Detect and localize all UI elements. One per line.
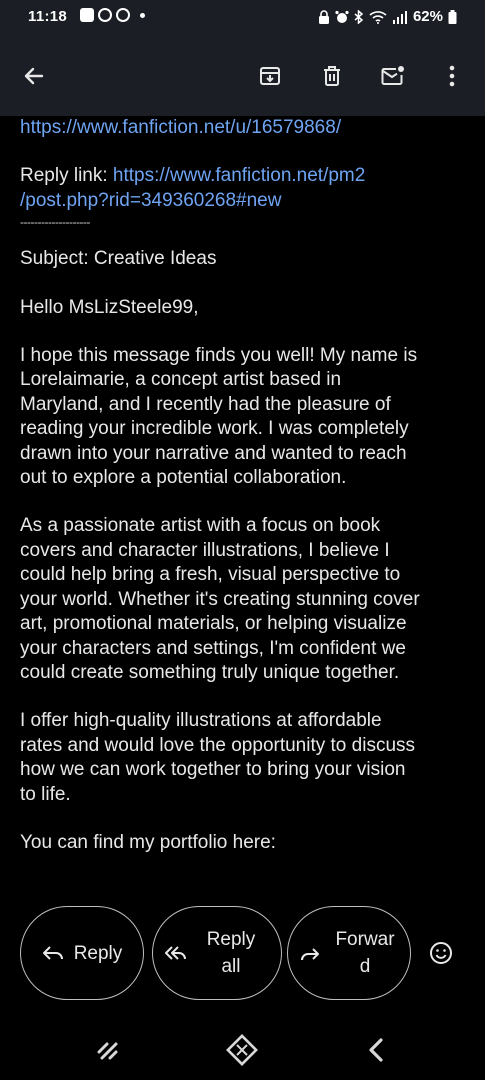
alarm-icon bbox=[335, 10, 349, 23]
reply-label: Reply bbox=[73, 942, 123, 964]
email-paragraph: As a passionate artist with a focus on b… bbox=[20, 515, 420, 683]
dot-icon bbox=[140, 12, 145, 18]
recent-apps-button[interactable] bbox=[88, 1032, 128, 1068]
whatsapp-icon bbox=[116, 8, 130, 22]
recent-apps-icon bbox=[97, 1042, 118, 1060]
reply-button[interactable]: Reply bbox=[20, 906, 144, 1000]
system-icons: 62% bbox=[318, 8, 457, 25]
whatsapp-icon bbox=[98, 8, 112, 22]
back-icon bbox=[369, 1038, 383, 1062]
system-nav-bar bbox=[0, 1020, 485, 1080]
back-nav-button[interactable] bbox=[356, 1032, 396, 1068]
email-actions: Reply Reply all Forwar d bbox=[0, 900, 485, 1010]
email-paragraph: I hope this message finds you well! My n… bbox=[20, 345, 418, 489]
reply-all-button[interactable]: Reply all bbox=[152, 906, 282, 1000]
archive-button[interactable] bbox=[252, 58, 288, 94]
delete-icon bbox=[324, 66, 340, 86]
battery-percent: 62% bbox=[412, 8, 443, 25]
forward-icon bbox=[301, 948, 319, 961]
lock-icon bbox=[318, 9, 329, 24]
more-options-button[interactable] bbox=[434, 58, 470, 94]
more-icon bbox=[449, 65, 455, 87]
email-toolbar bbox=[0, 36, 485, 116]
bluetooth-icon bbox=[354, 9, 364, 24]
reply-icon bbox=[42, 946, 63, 960]
email-subject: Subject: Creative Ideas bbox=[20, 248, 217, 270]
delete-button[interactable] bbox=[314, 58, 350, 94]
status-bar: 11:18 62% bbox=[0, 0, 485, 36]
back-button[interactable] bbox=[16, 58, 52, 94]
status-time: 11:18 bbox=[28, 8, 68, 25]
reply-all-label: Reply all bbox=[206, 929, 256, 977]
notification-icons bbox=[80, 8, 145, 22]
smiley-icon bbox=[430, 942, 452, 964]
profile-link[interactable]: https://www.fanfiction.net/u/16579868/ bbox=[20, 117, 341, 138]
archive-icon bbox=[260, 67, 280, 85]
home-icon bbox=[226, 1034, 258, 1066]
forward-label: Forwar d bbox=[335, 929, 395, 977]
wifi-icon bbox=[369, 10, 387, 24]
reply-all-icon bbox=[165, 946, 186, 960]
forward-button[interactable]: Forwar d bbox=[287, 906, 411, 1000]
text-divider: -------------------- bbox=[20, 215, 90, 230]
email-paragraph: I offer high-quality illustrations at af… bbox=[20, 710, 416, 805]
mark-unread-button[interactable] bbox=[375, 58, 411, 94]
back-arrow-icon bbox=[24, 67, 44, 85]
gallery-icon bbox=[80, 8, 94, 22]
signal-icon bbox=[392, 10, 407, 24]
battery-icon bbox=[448, 9, 457, 24]
email-paragraph: You can find my portfolio here: bbox=[20, 831, 276, 853]
email-body: https://www.fanfiction.net/u/16579868/ R… bbox=[0, 116, 485, 908]
email-greeting: Hello MsLizSteele99, bbox=[20, 296, 199, 318]
reply-link-label: Reply link: bbox=[20, 165, 113, 187]
mark-unread-icon bbox=[381, 66, 404, 85]
emoji-reaction-button[interactable] bbox=[426, 938, 456, 968]
home-button[interactable] bbox=[222, 1032, 262, 1068]
